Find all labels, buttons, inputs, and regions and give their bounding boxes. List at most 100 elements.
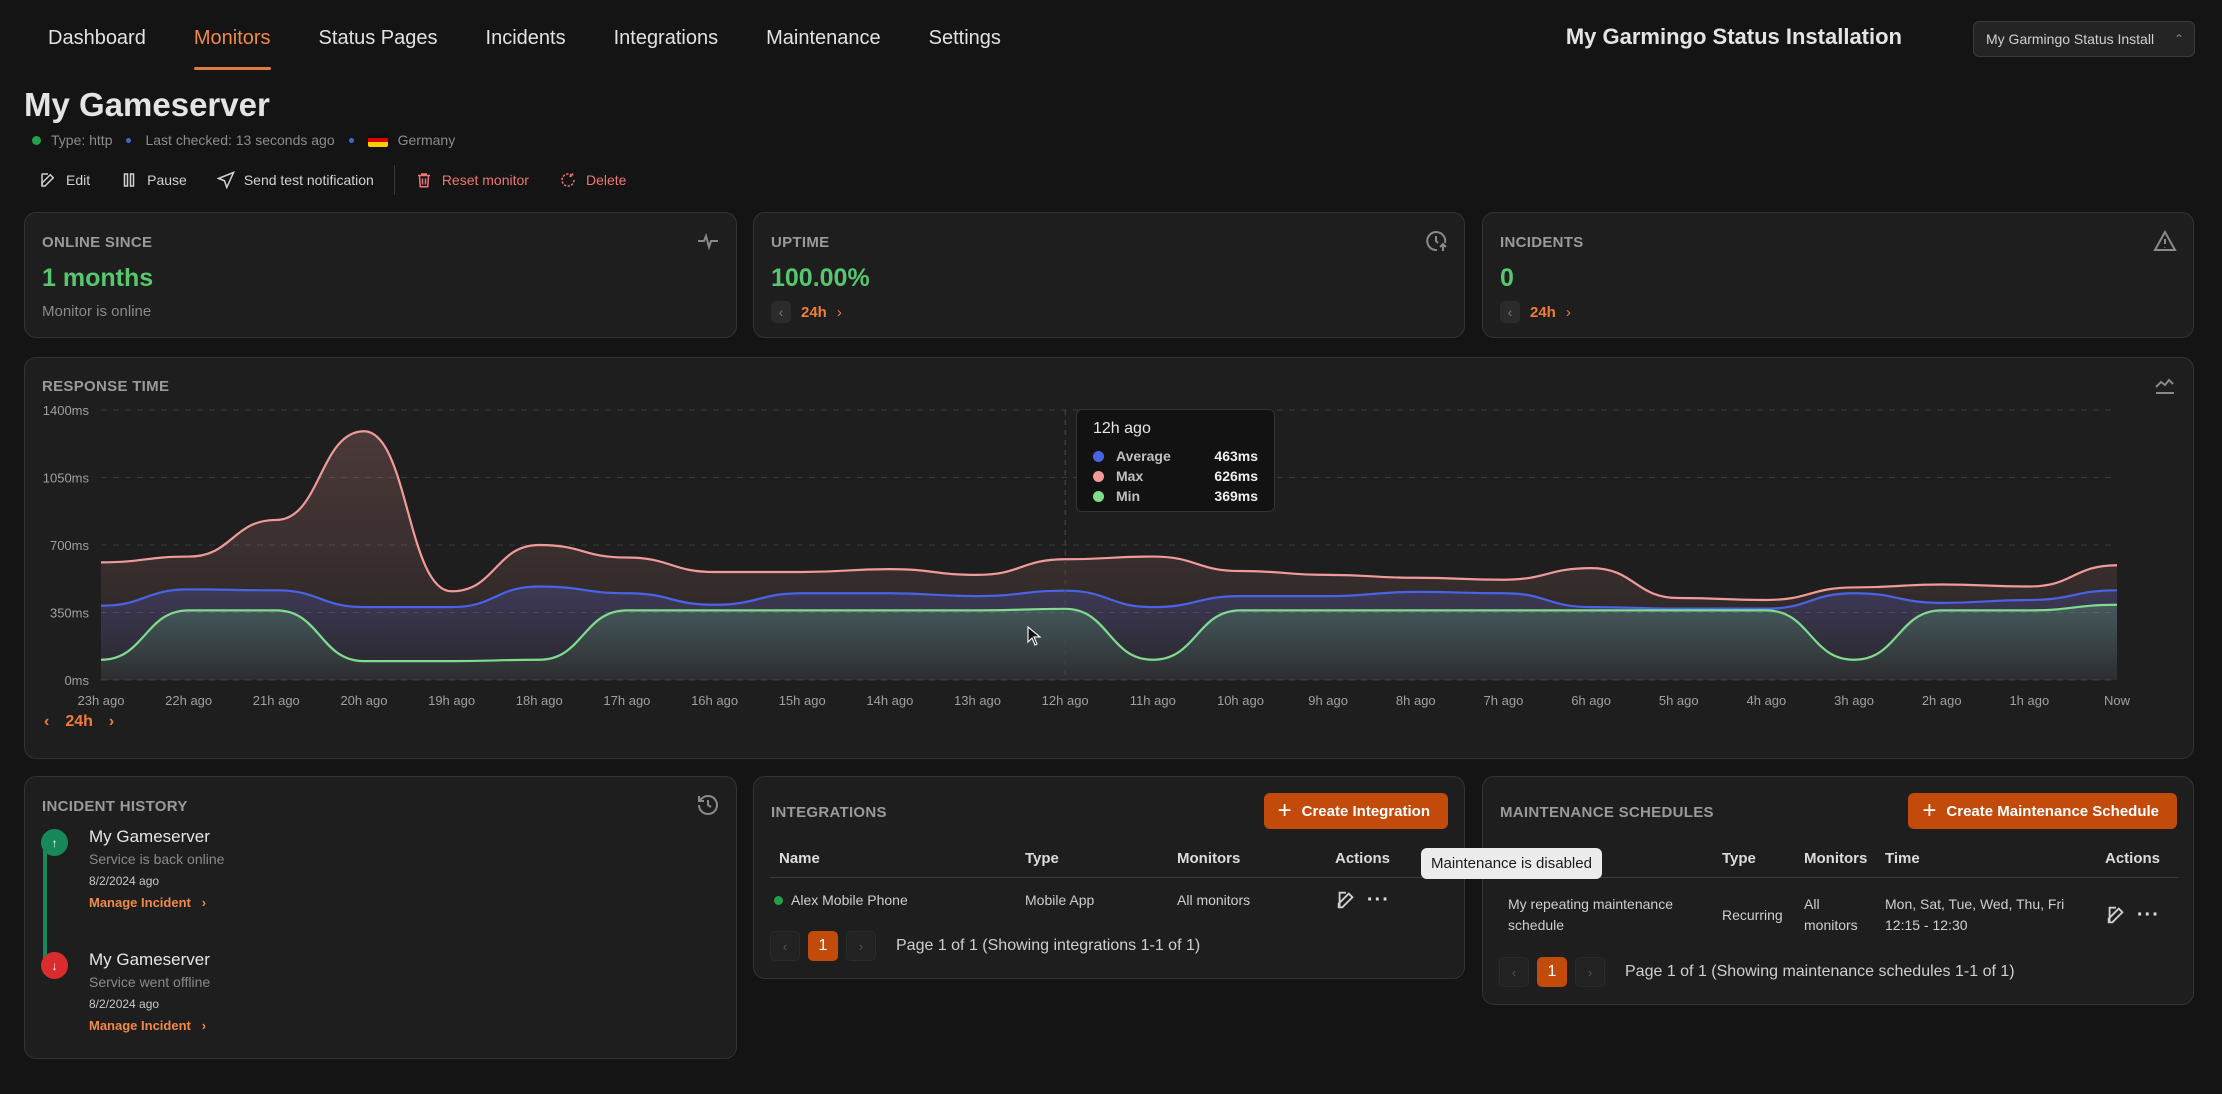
more-options-icon[interactable]: ··· <box>2137 904 2160 926</box>
nav-status-pages[interactable]: Status Pages <box>295 0 462 72</box>
incident-monitor-name: My Gameserver <box>89 827 210 846</box>
installation-select-value: My Garmingo Status Install <box>1986 31 2155 47</box>
prev-page-button[interactable]: ‹ <box>1499 957 1529 987</box>
chart-next-button[interactable]: › <box>109 713 114 731</box>
incident-history-card: INCIDENT HISTORY ↑ My Gameserver Service… <box>24 776 737 1059</box>
service-down-icon: ↓ <box>41 952 68 979</box>
tooltip-row-min: Min 369ms <box>1093 486 1258 506</box>
tooltip-value: 626ms <box>1214 468 1258 484</box>
y-tick-label: 1400ms <box>43 403 90 418</box>
x-tick-label: 10h ago <box>1217 693 1264 708</box>
next-page-button[interactable]: › <box>1575 957 1605 987</box>
trash-icon <box>417 173 430 188</box>
integrations-table: Name Type Monitors Actions Alex Mobile P… <box>770 841 1450 923</box>
maintenance-disabled-tooltip: Maintenance is disabled <box>1421 848 1602 879</box>
incidents-prev-button[interactable]: ‹ <box>1500 301 1520 323</box>
prev-page-button[interactable]: ‹ <box>770 931 800 961</box>
installation-select[interactable]: My Garmingo Status Install ⌃ <box>1973 21 2195 57</box>
x-tick-label: 11h ago <box>1130 693 1176 708</box>
manage-incident-link[interactable]: Manage Incident › <box>89 1018 206 1033</box>
column-header: Type <box>1025 841 1177 878</box>
tooltip-name: Max <box>1116 468 1144 484</box>
nav-integrations[interactable]: Integrations <box>590 0 743 72</box>
incidents-value: 0 <box>1500 264 1514 292</box>
incident-date: 8/2/2024 ago <box>89 874 160 888</box>
nav-settings[interactable]: Settings <box>905 0 1025 72</box>
pause-icon <box>123 173 135 187</box>
uptime-value: 100.00% <box>771 264 870 292</box>
create-maintenance-button[interactable]: + Create Maintenance Schedule <box>1908 793 2177 829</box>
incident-desc: Service went offline <box>89 974 211 990</box>
pause-button[interactable]: Pause <box>105 164 202 196</box>
chart-tooltip: 12h ago Average 463ms Max 626ms Min 369m… <box>1076 409 1275 512</box>
x-tick-label: 4h ago <box>1747 693 1787 708</box>
x-tick-label: 6h ago <box>1571 693 1611 708</box>
x-tick-label: 22h ago <box>165 693 212 708</box>
nav-dashboard[interactable]: Dashboard <box>24 0 170 72</box>
history-icon <box>698 795 718 815</box>
integration-actions: ··· <box>1335 877 1450 923</box>
pause-label: Pause <box>147 172 187 188</box>
chart-range-label: 24h <box>65 713 93 730</box>
nav-maintenance[interactable]: Maintenance <box>742 0 905 72</box>
chart-prev-button[interactable]: ‹ <box>44 713 49 731</box>
edit-icon[interactable] <box>1335 889 1357 911</box>
incidents-next-button[interactable]: › <box>1566 304 1571 321</box>
x-tick-label: 5h ago <box>1659 693 1699 708</box>
actions-divider <box>393 165 395 195</box>
germany-flag-icon <box>367 133 388 147</box>
tooltip-row-average: Average 463ms <box>1093 446 1258 466</box>
edit-button[interactable]: Edit <box>24 164 105 196</box>
x-tick-label: 1h ago <box>2009 693 2049 708</box>
incident-history-label: INCIDENT HISTORY <box>42 798 188 815</box>
monitor-meta: Type: http Last checked: 13 seconds ago … <box>32 132 455 148</box>
x-tick-label: 3h ago <box>1834 693 1874 708</box>
nav-incidents[interactable]: Incidents <box>462 0 590 72</box>
maintenance-days: Mon, Sat, Tue, Wed, Thu, Fri <box>1885 896 2065 913</box>
table-header-row: Name Type Monitors Actions <box>770 841 1450 878</box>
uptime-prev-button[interactable]: ‹ <box>771 301 791 323</box>
maintenance-monitors: All monitors <box>1804 896 1858 934</box>
page-button[interactable]: 1 <box>1537 957 1567 987</box>
online-since-value: 1 months <box>42 264 154 292</box>
more-options-icon[interactable]: ··· <box>1367 889 1390 911</box>
uptime-next-button[interactable]: › <box>837 304 842 321</box>
tooltip-name: Min <box>1116 488 1141 504</box>
status-dot <box>32 135 41 145</box>
delete-button[interactable]: Delete <box>544 164 641 196</box>
incident-desc: Service is back online <box>89 851 225 867</box>
x-tick-label: 2h ago <box>1922 693 1962 708</box>
manage-incident-link[interactable]: Manage Incident › <box>89 895 206 910</box>
x-tick-label: 21h ago <box>253 693 300 708</box>
column-header: Name <box>770 841 1025 878</box>
warning-triangle-icon <box>2153 229 2177 251</box>
online-since-label: ONLINE SINCE <box>42 234 153 251</box>
x-tick-label: 14h ago <box>866 693 913 708</box>
uptime-range-label: 24h <box>801 303 827 321</box>
page-button[interactable]: 1 <box>808 931 838 961</box>
edit-icon[interactable] <box>2105 904 2127 926</box>
send-test-notification-button[interactable]: Send test notification <box>202 164 389 196</box>
reset-monitor-button[interactable]: Reset monitor <box>400 164 544 196</box>
installation-title: My Garmingo Status Installation <box>1565 24 1902 49</box>
incidents-card: INCIDENTS 0 ‹ 24h › <box>1482 212 2194 338</box>
x-tick-label: Now <box>2104 693 2131 708</box>
maintenance-hours: 12:15 - 12:30 <box>1885 917 1968 934</box>
next-page-button[interactable]: › <box>846 931 876 961</box>
x-tick-label: 17h ago <box>603 693 650 708</box>
column-header: Monitors <box>1804 841 1885 878</box>
integration-monitors: All monitors <box>1177 892 1251 909</box>
incident-date: 8/2/2024 ago <box>89 997 160 1011</box>
reset-label: Reset monitor <box>441 172 529 188</box>
uptime-label: UPTIME <box>771 234 830 251</box>
top-navigation: Dashboard Monitors Status Pages Incident… <box>0 0 2222 72</box>
x-tick-label: 23h ago <box>78 693 125 708</box>
maintenance-actions: ··· <box>2105 877 2179 953</box>
nav-monitors[interactable]: Monitors <box>170 0 295 72</box>
activity-icon <box>698 232 718 251</box>
incident-monitor-name: My Gameserver <box>89 950 210 969</box>
maintenance-pagination: ‹ 1 › Page 1 of 1 (Showing maintenance s… <box>1499 957 2015 987</box>
create-integration-button[interactable]: + Create Integration <box>1263 793 1448 829</box>
column-header: Actions <box>2105 841 2179 878</box>
x-tick-label: 9h ago <box>1308 693 1348 708</box>
